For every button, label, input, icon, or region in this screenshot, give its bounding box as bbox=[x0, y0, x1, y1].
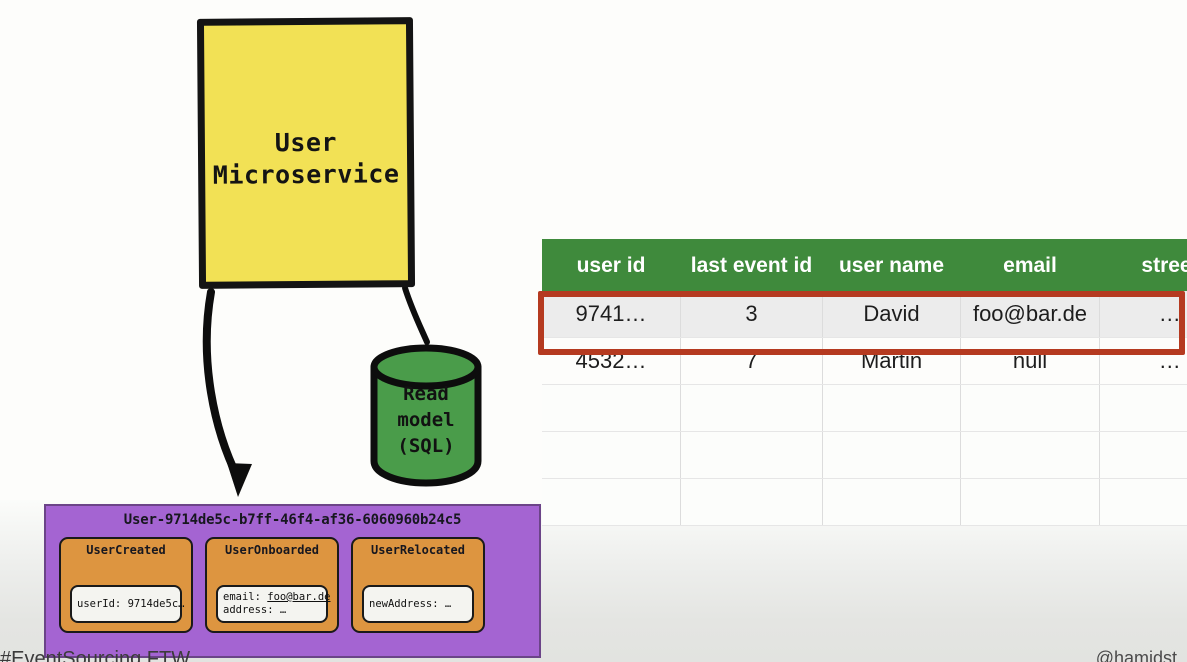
event-card-title: UserCreated bbox=[86, 543, 166, 557]
event-card-user-onboarded[interactable]: UserOnboarded email: foo@bar.de address:… bbox=[205, 537, 339, 633]
cell-user-id bbox=[542, 478, 681, 526]
event-field-key: email: bbox=[223, 591, 268, 603]
cell-user-id: 9741… bbox=[542, 291, 681, 338]
event-card-title: UserOnboarded bbox=[225, 543, 319, 557]
event-stream-box[interactable]: User-9714de5c-b7ff-46f4-af36-6060960b24c… bbox=[44, 504, 541, 658]
event-card-body: userId: 9714de5c… bbox=[70, 585, 185, 623]
cell-street: … bbox=[1099, 337, 1187, 385]
user-microservice-box[interactable]: User Microservice bbox=[196, 17, 416, 289]
cell-user-name: Martin bbox=[822, 337, 961, 385]
cell-street bbox=[1099, 384, 1187, 432]
footer-handle-caption: @hamidst bbox=[1095, 648, 1177, 662]
cell-email bbox=[960, 384, 1100, 432]
read-model-cylinder[interactable]: Read model (SQL) bbox=[368, 341, 484, 487]
cell-user-name bbox=[822, 478, 961, 526]
column-header-last-event-id[interactable]: last event id bbox=[680, 239, 823, 291]
column-header-user-name[interactable]: user name bbox=[822, 239, 961, 291]
cell-street: … bbox=[1099, 291, 1187, 338]
cell-street bbox=[1099, 478, 1187, 526]
cell-last-event-id bbox=[680, 384, 823, 432]
cell-user-name bbox=[822, 384, 961, 432]
cell-last-event-id bbox=[680, 478, 823, 526]
column-header-user-id[interactable]: user id bbox=[542, 239, 681, 291]
event-field: newAddress: … bbox=[369, 597, 452, 610]
table-row[interactable] bbox=[542, 431, 1187, 479]
table-header-row: user id last event id user name email st… bbox=[542, 239, 1187, 291]
event-field: email: foo@bar.de bbox=[223, 591, 330, 604]
cell-email: foo@bar.de bbox=[960, 291, 1100, 338]
event-field: address: … bbox=[223, 604, 287, 616]
cell-last-event-id: 3 bbox=[680, 291, 823, 338]
event-card-body: newAddress: … bbox=[362, 585, 474, 623]
footer-hashtag-caption: #EventSourcing FTW bbox=[0, 648, 191, 662]
cell-user-id bbox=[542, 431, 681, 479]
cell-user-id bbox=[542, 384, 681, 432]
cell-last-event-id: 7 bbox=[680, 337, 823, 385]
event-field-link[interactable]: foo@bar.de bbox=[267, 591, 330, 603]
event-card-user-relocated[interactable]: UserRelocated newAddress: … bbox=[351, 537, 485, 633]
cell-street bbox=[1099, 431, 1187, 479]
cell-email: null bbox=[960, 337, 1100, 385]
read-model-table[interactable]: user id last event id user name email st… bbox=[542, 239, 1187, 526]
event-card-user-created[interactable]: UserCreated userId: 9714de5c… bbox=[59, 537, 193, 633]
table-row[interactable]: 9741… 3 David foo@bar.de … bbox=[542, 291, 1187, 338]
event-stream-title: User-9714de5c-b7ff-46f4-af36-6060960b24c… bbox=[123, 512, 462, 528]
user-microservice-label: User Microservice bbox=[212, 127, 400, 190]
cell-email bbox=[960, 431, 1100, 479]
table-body: 9741… 3 David foo@bar.de … 4532… 7 Marti… bbox=[542, 291, 1187, 526]
slide-canvas: User Microservice Read model (SQL) user … bbox=[0, 0, 1187, 662]
table-row[interactable] bbox=[542, 478, 1187, 526]
event-card-body: email: foo@bar.de address: … bbox=[216, 585, 330, 623]
table-row[interactable] bbox=[542, 384, 1187, 432]
table-head: user id last event id user name email st… bbox=[542, 239, 1187, 291]
column-header-street[interactable]: street bbox=[1099, 239, 1187, 291]
event-card-list: UserCreated userId: 9714de5c… UserOnboar… bbox=[46, 528, 539, 633]
cell-email bbox=[960, 478, 1100, 526]
column-header-email[interactable]: email bbox=[960, 239, 1100, 291]
cell-last-event-id bbox=[680, 431, 823, 479]
cell-user-name: David bbox=[822, 291, 961, 338]
cell-user-id: 4532… bbox=[542, 337, 681, 385]
event-card-title: UserRelocated bbox=[371, 543, 465, 557]
event-field: userId: 9714de5c… bbox=[77, 597, 185, 610]
read-model-label: Read model (SQL) bbox=[397, 383, 455, 457]
table-row[interactable]: 4532… 7 Martin null … bbox=[542, 337, 1187, 385]
cell-user-name bbox=[822, 431, 961, 479]
